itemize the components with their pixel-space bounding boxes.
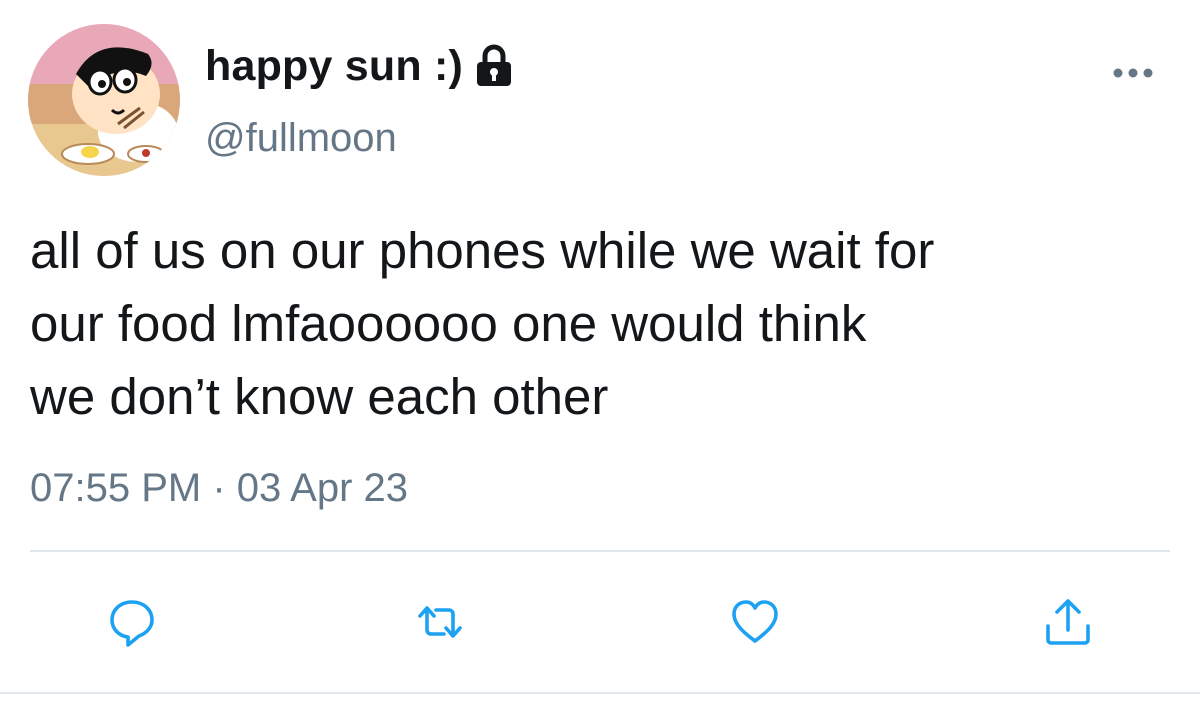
share-button[interactable]: [1042, 596, 1094, 648]
lock-icon: [475, 44, 513, 88]
reply-icon: [110, 600, 154, 647]
retweet-icon: [418, 606, 462, 638]
share-icon: [1046, 599, 1090, 645]
divider: [30, 550, 1170, 552]
tweet-text-line: our food lmfaoooooo one would think: [30, 295, 867, 352]
user-handle[interactable]: @fullmoon: [205, 116, 397, 161]
tweet-text: all of us on our phones while we wait fo…: [30, 214, 1190, 433]
avatar[interactable]: [28, 24, 180, 176]
retweet-button[interactable]: [414, 596, 466, 648]
tweet-text-line: all of us on our phones while we wait fo…: [30, 222, 935, 279]
more-options-button[interactable]: [1108, 58, 1158, 88]
tweet-text-line: we don’t know each other: [30, 368, 609, 425]
author-name-row: happy sun :): [205, 36, 513, 96]
tweet-timestamp[interactable]: 07:55 PM · 03 Apr 23: [30, 466, 408, 511]
like-button[interactable]: [729, 596, 781, 648]
avatar-image: [28, 24, 180, 176]
divider: [0, 692, 1200, 694]
reply-button[interactable]: [106, 596, 158, 648]
heart-icon: [732, 600, 778, 643]
more-horizontal-icon: [1113, 68, 1153, 78]
display-name[interactable]: happy sun :): [205, 42, 463, 91]
